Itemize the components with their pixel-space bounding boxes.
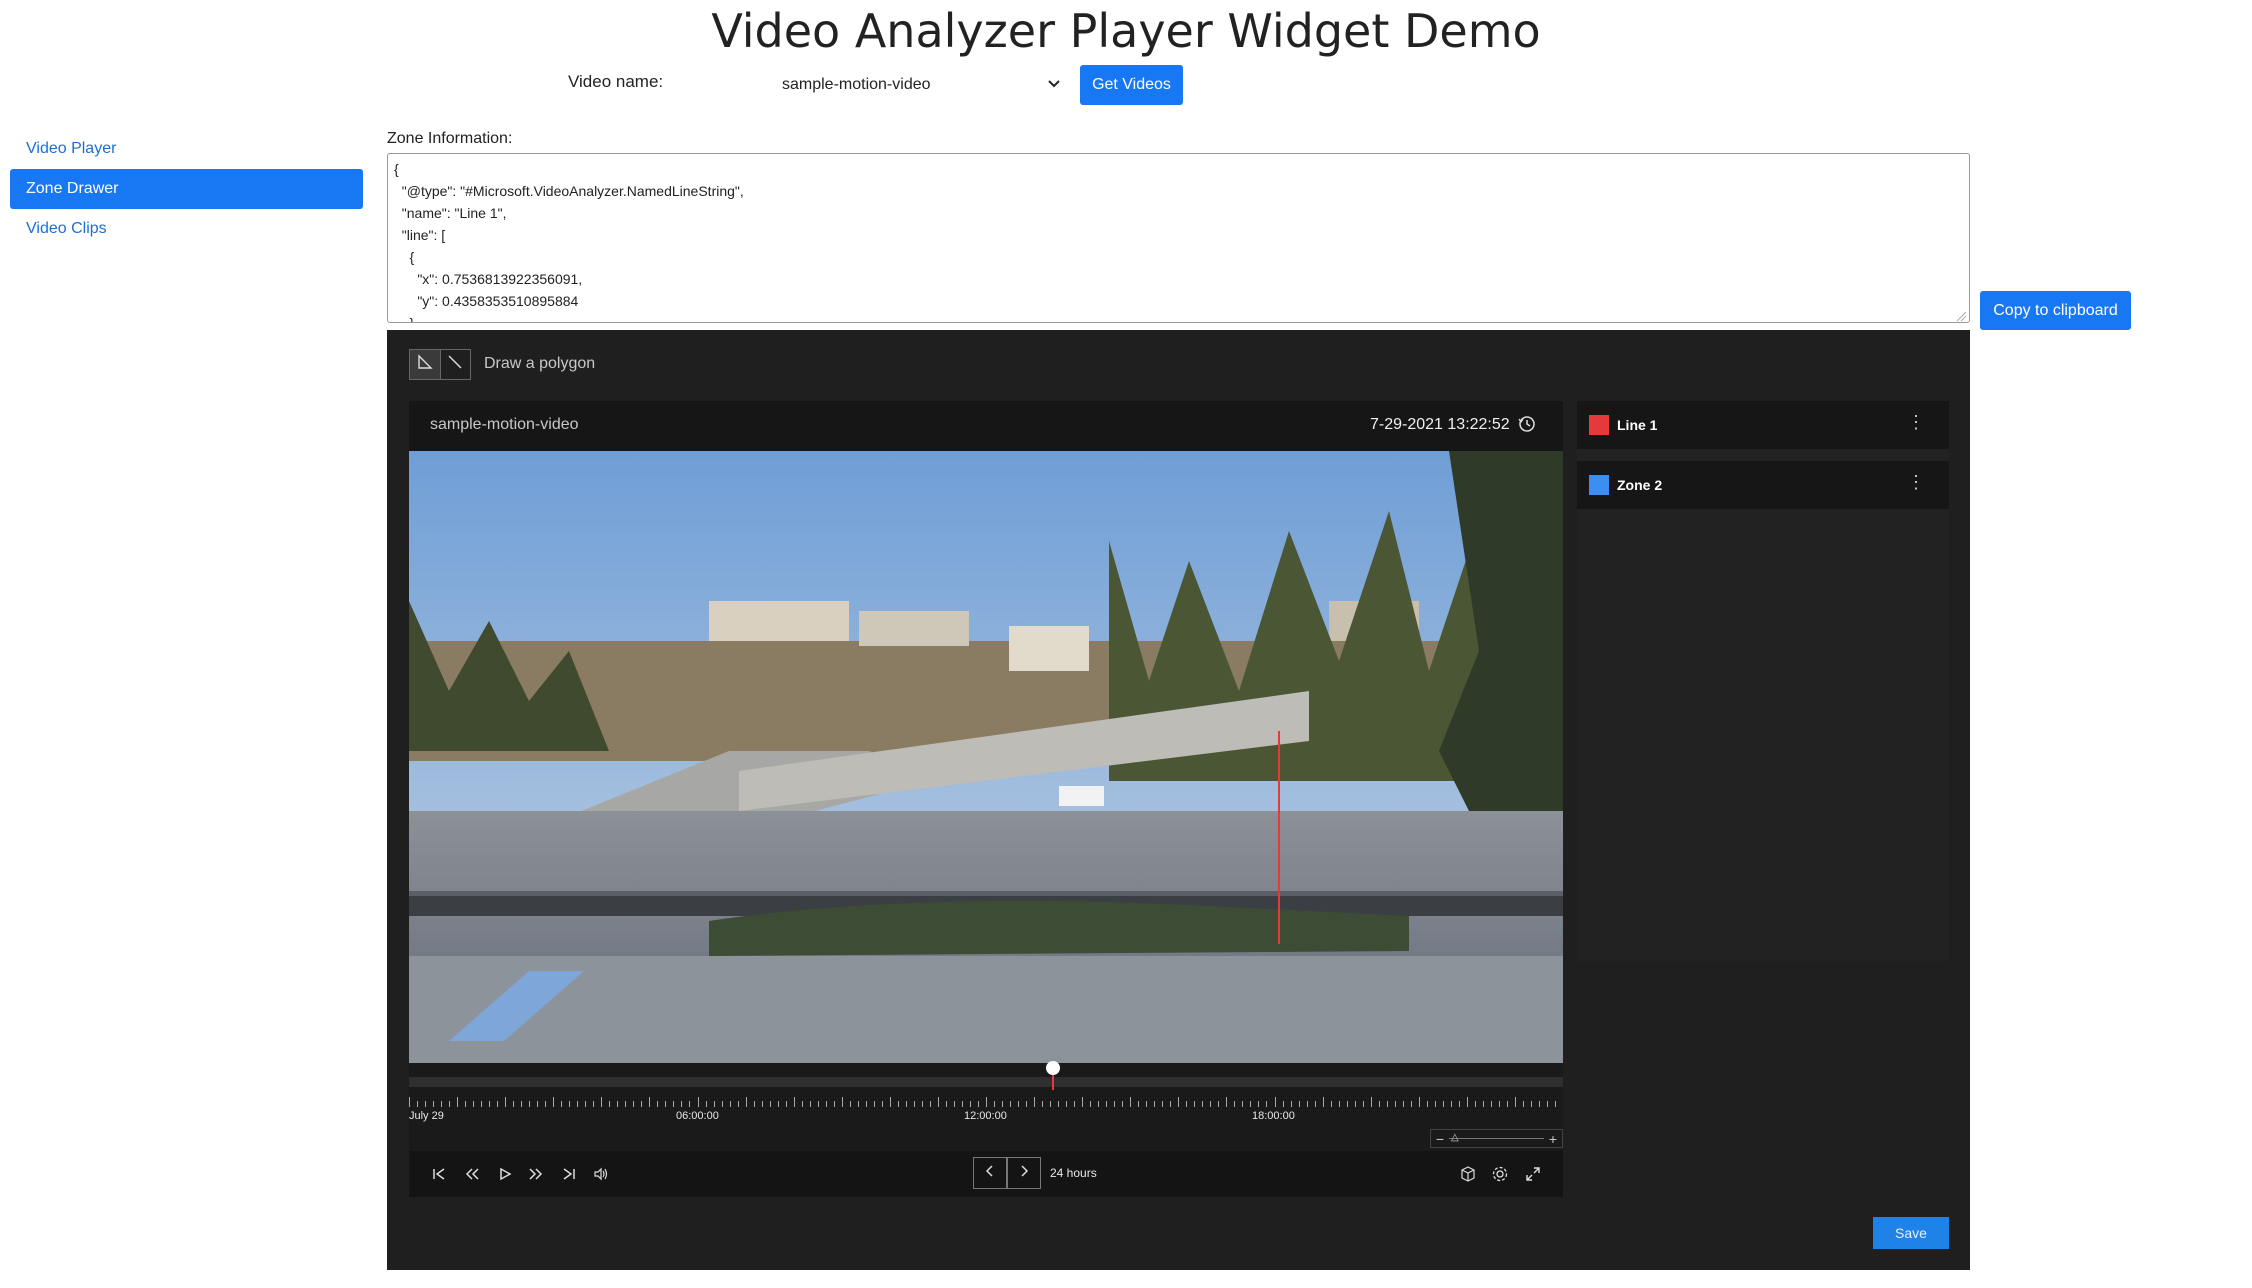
draw-hint-text: Draw a polygon: [484, 355, 596, 372]
video-scene-image: [409, 451, 1563, 1063]
sidebar-item-label: Zone Drawer: [26, 180, 119, 197]
get-videos-button[interactable]: Get Videos: [1080, 65, 1183, 105]
fullscreen-icon[interactable]: [1522, 1163, 1544, 1185]
cube-icon[interactable]: [1457, 1163, 1479, 1185]
time-range-label: 24 hours: [1050, 1166, 1097, 1180]
video-name-value: sample-motion-video: [782, 76, 931, 93]
sidebar-item-label: Video Player: [26, 140, 117, 157]
page-title: Video Analyzer Player Widget Demo: [711, 4, 1541, 58]
timeline-playhead-line: [1051, 1075, 1054, 1090]
zone-name: Line 1: [1617, 417, 1658, 433]
zoom-out-icon[interactable]: −: [1431, 1131, 1449, 1147]
skip-to-start-icon[interactable]: [428, 1163, 450, 1185]
fast-forward-icon[interactable]: [525, 1163, 547, 1185]
zone-information-textarea[interactable]: { "@type": "#Microsoft.VideoAnalyzer.Nam…: [387, 153, 1970, 323]
chevron-down-icon: [1046, 75, 1062, 96]
video-title: sample-motion-video: [430, 416, 579, 433]
timeline-label: July 29: [409, 1110, 444, 1122]
chevron-left-icon: [983, 1164, 997, 1183]
volume-icon[interactable]: [590, 1163, 612, 1185]
zone-list-item[interactable]: Zone 2 ⋮: [1577, 461, 1949, 509]
more-options-icon[interactable]: ⋮: [1907, 413, 1925, 431]
video-frame[interactable]: [409, 451, 1563, 1063]
polygon-tool-button[interactable]: [410, 350, 440, 379]
timeline-label: 12:00:00: [964, 1110, 1007, 1122]
zoom-in-icon[interactable]: +: [1544, 1131, 1562, 1147]
rewind-icon[interactable]: [461, 1163, 483, 1185]
video-name-select[interactable]: sample-motion-video: [776, 66, 1068, 104]
sidebar-item-label: Video Clips: [26, 220, 107, 237]
sidebar-item-video-clips[interactable]: Video Clips: [10, 209, 363, 249]
video-timestamp: 7-29-2021 13:22:52: [1370, 416, 1510, 433]
line-tool-icon: [446, 353, 464, 376]
settings-gear-icon[interactable]: [1489, 1163, 1511, 1185]
zone-color-swatch: [1589, 415, 1609, 435]
next-range-button[interactable]: [1007, 1157, 1041, 1189]
play-icon[interactable]: [494, 1163, 516, 1185]
copy-to-clipboard-button[interactable]: Copy to clipboard: [1980, 291, 2131, 330]
save-button[interactable]: Save: [1873, 1217, 1949, 1249]
polygon-tool-icon: [416, 353, 434, 376]
zone-name: Zone 2: [1617, 477, 1663, 493]
skip-to-end-icon[interactable]: [558, 1163, 580, 1185]
zone-information-label: Zone Information:: [387, 130, 513, 147]
zone-list-item[interactable]: Line 1 ⋮: [1577, 401, 1949, 449]
line-tool-button[interactable]: [439, 350, 470, 379]
zone-color-swatch: [1589, 475, 1609, 495]
history-icon[interactable]: [1517, 414, 1537, 439]
more-options-icon[interactable]: ⋮: [1907, 473, 1925, 491]
sidebar-item-video-player[interactable]: Video Player: [10, 129, 363, 169]
chevron-right-icon: [1017, 1164, 1031, 1183]
resize-handle-icon[interactable]: [1955, 309, 1967, 327]
timeline-playhead[interactable]: [1045, 1061, 1060, 1075]
sidebar-item-zone-drawer[interactable]: Zone Drawer: [10, 169, 363, 209]
zoom-slider[interactable]: △: [1449, 1132, 1544, 1143]
timeline-label: 18:00:00: [1252, 1110, 1295, 1122]
timeline-zoom-control[interactable]: − △ +: [1430, 1129, 1563, 1148]
timeline-label: 06:00:00: [676, 1110, 719, 1122]
previous-range-button[interactable]: [973, 1157, 1007, 1189]
timeline-ticks: [409, 1096, 1564, 1108]
zoom-slider-thumb-icon[interactable]: △: [1451, 1132, 1459, 1143]
timeline-track[interactable]: [409, 1077, 1563, 1087]
drawing-tool-group: [409, 349, 471, 380]
video-name-label: Video name:: [568, 72, 664, 91]
